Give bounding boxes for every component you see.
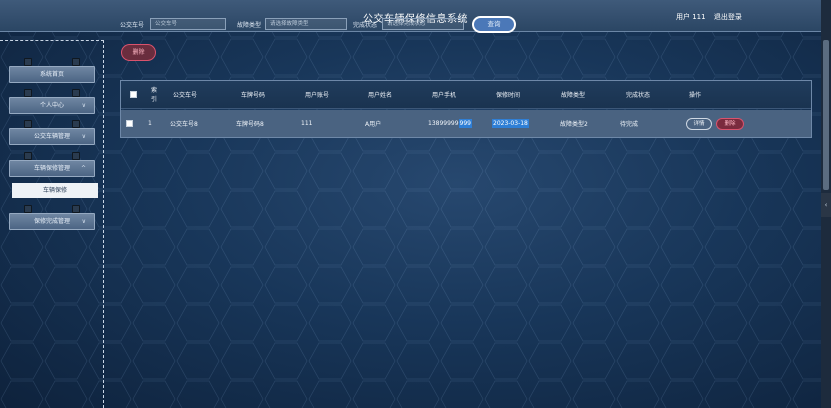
status-label: 完成状态: [353, 22, 378, 29]
col-index: 索引: [151, 86, 158, 103]
cell-fault-type: 故障类型2: [560, 121, 588, 128]
select-all-checkbox[interactable]: [130, 91, 137, 98]
sidebar-subitem-repair[interactable]: 车辆保修: [12, 183, 98, 198]
bus-no-label: 公交车号: [120, 22, 145, 29]
chevron-down-icon: ∨: [81, 218, 86, 225]
scrollbar-thumb[interactable]: [823, 40, 829, 190]
fault-type-label: 故障类型: [237, 22, 262, 29]
col-plate: 车牌号码: [241, 92, 266, 99]
cell-phone-text: 13899999: [428, 120, 459, 127]
row-select-cell: [126, 110, 133, 137]
sidebar-item-label: 车辆保修管理: [33, 165, 70, 172]
clip-icon: [24, 89, 32, 97]
col-repair-time: 保修时间: [496, 92, 521, 99]
data-table: 索引 公交车号 车牌号码 用户账号 用户姓名 用户手机 保修时间 故障类型 完成…: [120, 80, 812, 138]
cell-repair-time: 2023-03-18: [492, 110, 529, 137]
sidebar: 系统首页 个人中心 ∨ 公交车辆管理 ∨ 车辆保修管理 ^ 车辆保修 保修完成管…: [0, 40, 104, 408]
user-info: 用户 111 退出登录: [676, 12, 748, 22]
sidebar-item-profile[interactable]: 个人中心 ∨: [9, 89, 95, 114]
clip-icon: [72, 152, 80, 160]
table-header: 索引 公交车号 车牌号码 用户账号 用户姓名 用户手机 保修时间 故障类型 完成…: [121, 81, 811, 109]
sidebar-item-label: 保修完成管理: [33, 218, 70, 225]
table-row: 1 公交车号8 车牌号码8 111 A用户 13899999 999 2023-0…: [121, 110, 811, 137]
sidebar-item-home[interactable]: 系统首页: [9, 58, 95, 83]
top-header: 公交车辆保修信息系统 公交车号 公交车号 故障类型 请选择故障类型 完成状态 请…: [0, 0, 831, 32]
col-phone: 用户手机: [432, 92, 457, 99]
chevron-down-icon: ∨: [81, 133, 86, 140]
fault-type-select[interactable]: 请选择故障类型: [265, 18, 347, 30]
status-select[interactable]: 请选择完成状态: [382, 18, 464, 30]
row-delete-button[interactable]: 删除: [716, 117, 744, 130]
sidebar-item-label: 公交车辆管理: [33, 133, 70, 140]
col-bus-no: 公交车号: [173, 92, 198, 99]
col-account: 用户账号: [305, 92, 330, 99]
sidebar-item-label: 系统首页: [39, 71, 64, 78]
row-checkbox[interactable]: [126, 120, 133, 127]
col-fault-type: 故障类型: [561, 92, 586, 99]
logout-link[interactable]: 退出登录: [714, 13, 742, 21]
clip-icon: [24, 205, 32, 213]
cell-actions: 详情 删除: [686, 110, 744, 137]
hex-background: [0, 0, 831, 408]
clip-icon: [72, 120, 80, 128]
cell-bus-no: 公交车号8: [170, 121, 198, 128]
cell-name: A用户: [365, 121, 382, 128]
sidebar-item-completion-management[interactable]: 保修完成管理 ∨: [9, 205, 95, 230]
sidebar-item-repair-management[interactable]: 车辆保修管理 ^: [9, 152, 95, 177]
bus-no-input[interactable]: 公交车号: [150, 18, 226, 30]
clip-icon: [72, 89, 80, 97]
cell-phone-selection: 999: [458, 119, 472, 128]
chevron-up-icon: ^: [80, 165, 86, 172]
user-name: 用户 111: [676, 13, 706, 21]
cell-status: 待完成: [620, 121, 639, 128]
search-button[interactable]: 查询: [472, 16, 516, 33]
clip-icon: [72, 205, 80, 213]
clip-icon: [24, 120, 32, 128]
col-actions: 操作: [689, 92, 702, 99]
cell-plate: 车牌号码8: [236, 121, 264, 128]
clip-icon: [72, 58, 80, 66]
cell-index: 1: [148, 120, 152, 127]
batch-delete-button[interactable]: 删除: [121, 44, 156, 61]
clip-icon: [24, 58, 32, 66]
clip-icon: [24, 152, 32, 160]
cell-phone: 13899999 999: [428, 110, 472, 137]
cell-account: 111: [301, 120, 313, 127]
sidebar-item-label: 个人中心: [39, 102, 64, 109]
detail-button[interactable]: 详情: [686, 117, 712, 130]
chevron-down-icon: ∨: [81, 102, 86, 109]
col-name: 用户姓名: [368, 92, 393, 99]
select-all-cell: [130, 81, 137, 108]
col-status: 完成状态: [626, 92, 651, 99]
cell-repair-time-text: 2023-03-18: [492, 119, 529, 128]
collapse-panel-icon[interactable]: ‹: [821, 193, 831, 217]
sidebar-item-bus-management[interactable]: 公交车辆管理 ∨: [9, 120, 95, 145]
